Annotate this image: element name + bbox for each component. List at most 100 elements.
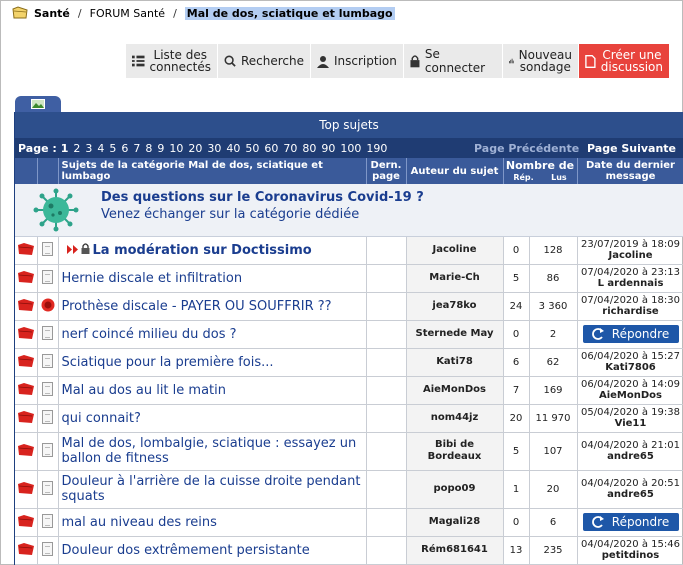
new-poll-button[interactable]: Nouveau sondage — [503, 44, 579, 78]
topic-author[interactable]: Sternede May — [416, 328, 494, 339]
lock-icon — [81, 242, 90, 258]
last-message-user[interactable]: Kati7806 — [605, 362, 656, 373]
page-link[interactable]: 3 — [85, 142, 92, 155]
topic-title-link[interactable]: mal au niveau des reins — [62, 515, 217, 530]
page-link[interactable]: 60 — [264, 142, 278, 155]
page-link[interactable]: 50 — [245, 142, 259, 155]
table-row[interactable]: Douleur à l'arrière de la cuisse droite … — [15, 470, 683, 509]
document-icon — [42, 269, 53, 284]
topic-title-link[interactable]: Mal au dos au lit le matin — [62, 383, 227, 398]
topic-author[interactable]: popo09 — [434, 483, 476, 494]
page-link[interactable]: 9 — [157, 142, 164, 155]
table-row[interactable]: Mal de dos, lombalgie, sciatique : essay… — [15, 432, 683, 471]
register-button[interactable]: Inscription — [311, 44, 404, 78]
table-row[interactable]: La modération sur Doctissimo Jacoline 0 128… — [15, 236, 683, 265]
breadcrumb-current[interactable]: Mal de dos, sciatique et lumbago — [184, 6, 395, 20]
new-topic-label-2: discussion — [600, 60, 663, 74]
table-row[interactable]: Douleur dos extrêmement persistante Rém68… — [15, 536, 683, 565]
topic-title-link[interactable]: Sciatique pour la première fois... — [62, 355, 274, 370]
login-button[interactable]: Se connecter — [404, 44, 503, 78]
category-tab[interactable] — [15, 96, 61, 112]
view-count: 107 — [543, 445, 563, 457]
last-message-user[interactable]: andre65 — [607, 451, 654, 462]
topic-author[interactable]: Magali28 — [429, 516, 480, 527]
last-message-user[interactable]: Jacoline — [608, 250, 652, 261]
table-row[interactable]: Prothèse discale - PAYER OU SOUFFRIR ?? j… — [15, 292, 683, 321]
table-row[interactable]: nerf coincé milieu du dos ? Sternede May 0… — [15, 320, 683, 349]
promo-title[interactable]: Des questions sur le Coronavirus Covid-1… — [101, 190, 424, 205]
covid-promo-banner[interactable]: Des questions sur le Coronavirus Covid-1… — [15, 184, 683, 237]
topic-title-link[interactable]: Prothèse discale - PAYER OU SOUFFRIR ?? — [62, 299, 332, 314]
reply-count: 0 — [512, 244, 520, 256]
table-row[interactable]: Mal au dos au lit le matin AieMonDos 7 169 0… — [15, 376, 683, 405]
header-subjects: Sujets de la catégorie Mal de dos, sciat… — [58, 158, 367, 184]
page-link[interactable]: 70 — [283, 142, 297, 155]
page-link[interactable]: 20 — [188, 142, 202, 155]
search-button[interactable]: Recherche — [218, 44, 311, 78]
topic-author[interactable]: Marie-Ch — [429, 272, 479, 283]
topic-title-link[interactable]: La modération sur Doctissimo — [93, 243, 312, 258]
topic-author[interactable]: Kati78 — [436, 356, 473, 367]
next-page-link[interactable]: Page Suivante — [587, 142, 676, 155]
breadcrumb-home-link[interactable]: Santé — [34, 7, 70, 20]
reply-button[interactable]: Répondre — [582, 513, 679, 531]
table-row[interactable]: Sciatique pour la première fois... Kati78… — [15, 348, 683, 377]
page-link[interactable]: 100 — [340, 142, 361, 155]
document-icon — [42, 541, 53, 556]
breadcrumb-forum-link[interactable]: FORUM Santé — [90, 7, 165, 20]
page-link[interactable]: 6 — [121, 142, 128, 155]
folder-flag-icon — [17, 298, 34, 314]
last-page-cell — [366, 236, 407, 265]
reply-button[interactable]: Répondre — [582, 325, 679, 343]
last-message-user[interactable]: L ardennais — [598, 278, 664, 289]
topic-author[interactable]: Rém681641 — [421, 544, 488, 555]
document-icon — [42, 409, 53, 424]
new-topic-button[interactable]: Créer une discussion — [579, 44, 669, 78]
document-icon — [42, 241, 53, 256]
last-message-user[interactable]: AieMonDos — [599, 390, 662, 401]
page-link[interactable]: 40 — [226, 142, 240, 155]
document-icon — [42, 381, 53, 396]
topic-title-link[interactable]: nerf coincé milieu du dos ? — [62, 327, 237, 342]
page-link[interactable]: 5 — [109, 142, 116, 155]
reply-label: Répondre — [611, 326, 670, 341]
page-link[interactable]: 30 — [207, 142, 221, 155]
page-link[interactable]: 10 — [169, 142, 183, 155]
login-label: Se connecter — [424, 47, 486, 75]
topic-author[interactable]: Bibi de Bordeaux — [428, 439, 482, 462]
topic-author[interactable]: nom44jz — [431, 412, 479, 423]
topic-author[interactable]: jea78ko — [432, 300, 476, 311]
last-message-user[interactable]: richardise — [602, 306, 658, 317]
register-label: Inscription — [334, 54, 397, 68]
page-link[interactable]: 190 — [366, 142, 387, 155]
pagination: Page : 1 2 3 4 5 6 7 8 9 10 20 30 40 50 60 70 80 90 100 190… — [15, 138, 683, 158]
last-message-user[interactable]: Vie11 — [615, 418, 647, 429]
folder-flag-icon — [17, 443, 34, 459]
promo-subtitle[interactable]: Venez échanger sur la catégorie dédiée — [101, 207, 359, 222]
table-row[interactable]: mal au niveau des reins Magali28 0 6 Répondr… — [15, 508, 683, 537]
table-row[interactable]: qui connait? nom44jz 20 11 970 05/04/2020 à … — [15, 404, 683, 433]
topic-author[interactable]: Jacoline — [432, 244, 476, 255]
connected-list-button[interactable]: Liste des connectés — [126, 44, 218, 78]
page-link[interactable]: 4 — [97, 142, 104, 155]
topic-author[interactable]: AieMonDos — [423, 384, 486, 395]
topic-title-link[interactable]: qui connait? — [62, 411, 141, 426]
last-message-cell: 04/04/2020 à 15:46 petitdinos — [577, 536, 683, 565]
page-link[interactable]: 90 — [321, 142, 335, 155]
topic-title-link[interactable]: Douleur dos extrêmement persistante — [62, 543, 310, 558]
topic-title-link[interactable]: Hernie discale et infiltration — [62, 271, 243, 286]
table-row[interactable]: Hernie discale et infiltration Marie-Ch 5 8… — [15, 264, 683, 293]
last-message-user[interactable]: andre65 — [607, 489, 654, 500]
page-link[interactable]: 2 — [73, 142, 80, 155]
view-count: 2 — [549, 328, 557, 340]
page-link[interactable]: 1 — [61, 142, 69, 155]
topic-title-link[interactable]: Douleur à l'arrière de la cuisse droite … — [62, 474, 361, 504]
page-link[interactable]: 8 — [145, 142, 152, 155]
page-link[interactable]: 7 — [133, 142, 140, 155]
page-link[interactable]: 80 — [302, 142, 316, 155]
last-message-date: 04/04/2020 à 21:01 — [581, 440, 680, 451]
breadcrumb: Santé / FORUM Santé / Mal de dos, sciati… — [12, 4, 395, 22]
view-count: 3 360 — [538, 300, 568, 312]
topic-title-link[interactable]: Mal de dos, lombalgie, sciatique : essay… — [62, 436, 357, 466]
last-message-user[interactable]: petitdinos — [602, 550, 659, 561]
